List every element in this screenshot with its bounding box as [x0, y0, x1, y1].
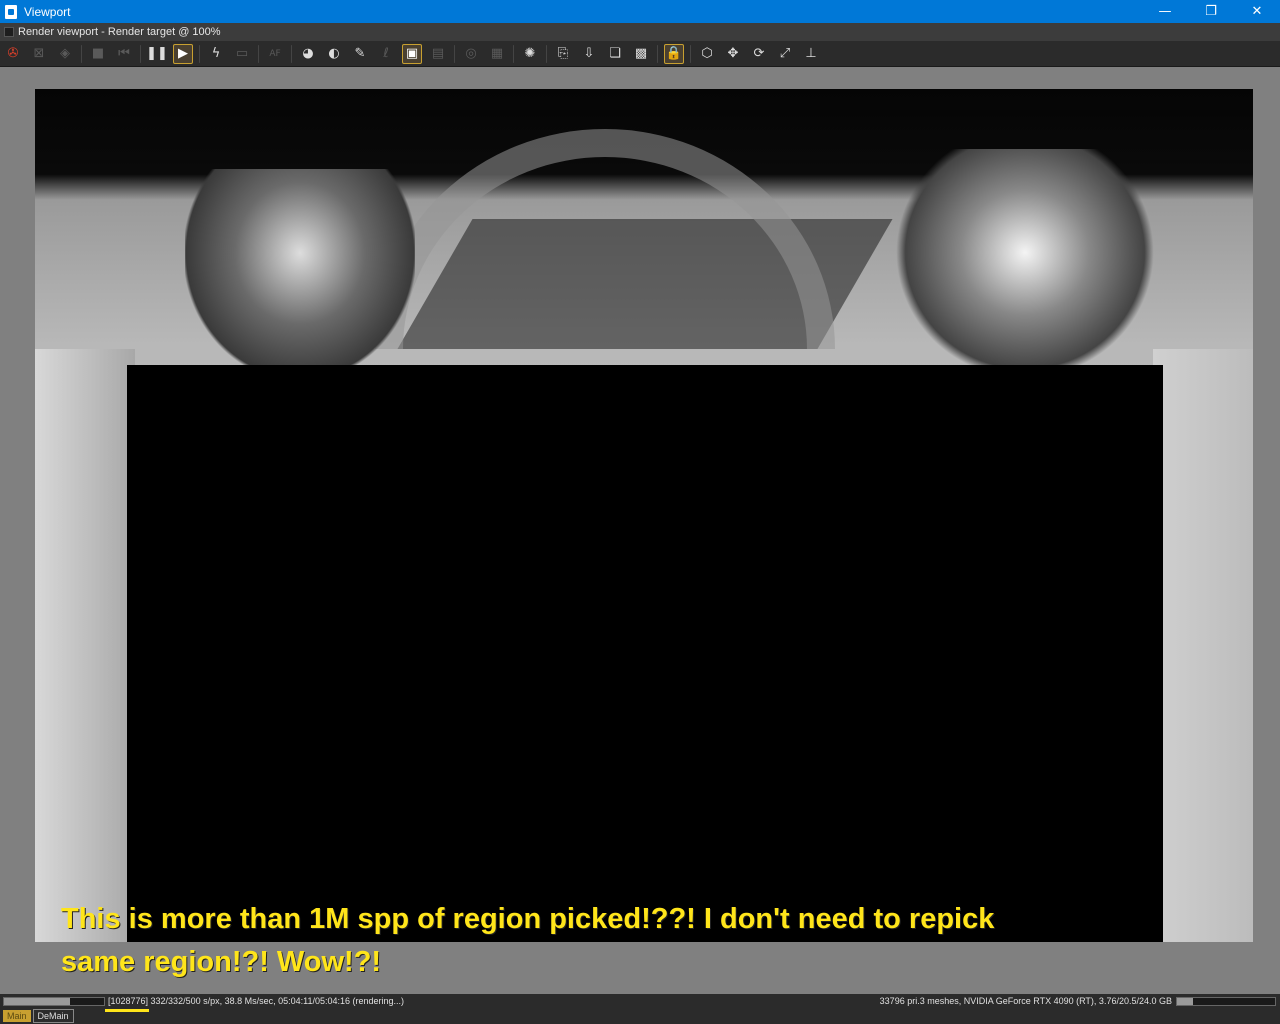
render-stats: [1028776] 332/332/500 s/px, 38.8 Ms/sec,… [108, 996, 405, 1006]
camera-icon[interactable]: ◐ [324, 44, 344, 64]
tab-main[interactable]: Main [3, 1010, 31, 1022]
window-controls: — ❐ ✕ [1142, 0, 1280, 23]
link-icon[interactable]: ⊠ [29, 44, 49, 64]
cube-icon[interactable]: ◈ [55, 44, 75, 64]
status-bar: [1028776] 332/332/500 s/px, 38.8 Ms/sec,… [0, 994, 1280, 1008]
move-icon[interactable]: ✥ [723, 44, 743, 64]
tab-demain[interactable]: DeMain [32, 1009, 74, 1023]
reset-icon[interactable]: ✇ [3, 44, 23, 64]
render-glass-left [185, 169, 415, 379]
render-progress-fill [4, 997, 70, 1005]
brush-icon[interactable]: ✎ [350, 44, 370, 64]
toolbar-separator [140, 44, 141, 63]
render-glass-arch [375, 129, 835, 349]
display-icon[interactable]: ▭ [232, 44, 252, 64]
toolbar-separator [291, 44, 292, 63]
maximize-button[interactable]: ❐ [1188, 0, 1234, 23]
annotation-text: This is more than 1M spp of region picke… [61, 898, 1161, 984]
play-icon[interactable]: ▶ [173, 43, 193, 64]
render-pass-tabs: Main DeMain [0, 1008, 1280, 1024]
viewport-header: Render viewport - Render target @ 100% [0, 23, 1280, 41]
toolbar-separator [513, 44, 514, 63]
memory-progress-bar [1176, 996, 1276, 1006]
toolbar-separator [657, 44, 658, 63]
render-floor-left [35, 349, 135, 942]
background-icon[interactable]: ▩ [631, 44, 651, 64]
ai-icon[interactable]: ℓ [376, 44, 396, 64]
render-toolbar: ✇ ⊠ ◈ ■ ⏮ ❚❚ ▶ ϟ ▭ AF ◕ ◐ ✎ ℓ ▣ ▤ ◎ ▦ ✺ ⎘ ⇩ ❏ ▩ 🔒 ⬡ ✥ ⟳ ⤢ ⊥ [0, 41, 1280, 67]
focus-icon[interactable]: ◎ [461, 44, 481, 64]
toolbar-separator [690, 44, 691, 63]
memory-progress-fill [1177, 997, 1193, 1005]
restart-icon[interactable]: ⏮ [114, 44, 134, 64]
film-icon[interactable]: ▤ [428, 44, 448, 64]
minimize-button[interactable]: — [1142, 0, 1188, 23]
rotate-icon[interactable]: ⟳ [749, 44, 769, 64]
annotation-line-1: This is more than 1M spp of region picke… [61, 903, 995, 935]
pause-icon[interactable]: ❚❚ [146, 44, 168, 64]
stop-icon[interactable]: ■ [88, 44, 108, 64]
lock-icon[interactable]: 🔒 [664, 43, 684, 64]
spinner-icon[interactable]: ✺ [520, 44, 540, 64]
render-glass-right [895, 149, 1155, 379]
color-wheel-icon[interactable]: ◕ [298, 44, 318, 64]
viewport-subtitle: Render viewport - Render target @ 100% [18, 26, 221, 38]
toolbar-separator [81, 44, 82, 63]
layers-icon[interactable]: ❏ [605, 44, 625, 64]
viewport-checkbox[interactable] [4, 27, 14, 37]
af-icon[interactable]: AF [265, 44, 285, 64]
render-floor-right [1153, 349, 1253, 942]
render-region-unrendered [127, 365, 1163, 942]
title-bar: Viewport — ❐ ✕ [0, 0, 1280, 23]
export-icon[interactable]: ⇩ [579, 44, 599, 64]
toolbar-separator [546, 44, 547, 63]
window-title: Viewport [24, 4, 71, 19]
render-viewport[interactable] [0, 67, 1280, 994]
toolbar-separator [454, 44, 455, 63]
fit-icon[interactable]: ⤢ [775, 44, 795, 64]
gpu-stats: 33796 pri.3 meshes, NVIDIA GeForce RTX 4… [879, 996, 1172, 1006]
lightning-icon[interactable]: ϟ [206, 44, 226, 64]
region-select-icon[interactable]: ▣ [402, 43, 422, 64]
render-image[interactable] [35, 89, 1253, 942]
annotation-line-2: same region!?! Wow!?! [61, 946, 382, 978]
checker-icon[interactable]: ▦ [487, 44, 507, 64]
toolbar-separator [199, 44, 200, 63]
toolbar-separator [258, 44, 259, 63]
axis-icon[interactable]: ⊥ [801, 44, 821, 64]
copy-icon[interactable]: ⎘ [553, 44, 573, 64]
highlight-underline [105, 1009, 149, 1012]
app-icon [5, 4, 17, 19]
box-icon[interactable]: ⬡ [697, 44, 717, 64]
render-progress-bar [3, 996, 105, 1006]
close-button[interactable]: ✕ [1234, 0, 1280, 23]
